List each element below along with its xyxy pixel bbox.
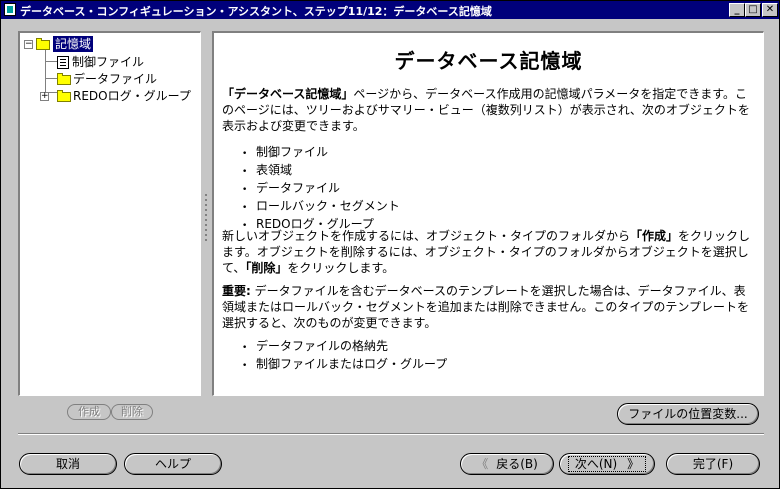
panel-splitter[interactable]	[203, 191, 209, 271]
create-button[interactable]: 作成	[67, 404, 111, 420]
help-paragraph-important: 重要: データファイルを含むデータベースのテンプレートを選択した場合は、データフ…	[222, 284, 750, 330]
control-file-icon	[57, 56, 69, 69]
next-arrow-icon: 》	[627, 457, 640, 471]
tree-node-label: REDOログ・グループ	[73, 89, 191, 103]
next-button[interactable]: 次へ(N) 》	[559, 453, 655, 475]
tree-connector	[45, 78, 57, 79]
list-item: 制御ファイル	[242, 144, 400, 162]
expand-icon[interactable]: +	[40, 92, 49, 101]
help-bold-text: 「作成」	[630, 229, 679, 243]
list-item: データファイル	[242, 180, 400, 198]
list-item: 表領域	[242, 162, 400, 180]
delete-button[interactable]: 削除	[111, 404, 153, 420]
close-button[interactable]: ✕	[762, 3, 778, 17]
tree-connector	[45, 61, 57, 62]
title-bar[interactable]: データベース・コンフィギュレーション・アシスタント、ステップ11/12：データベ…	[1, 1, 779, 19]
back-arrow-icon: 《	[476, 457, 489, 471]
folder-icon	[57, 90, 71, 102]
finish-button[interactable]: 完了(F)	[666, 453, 760, 475]
folder-open-icon	[36, 38, 50, 50]
help-panel: データベース記憶域 「データベース記憶域」ページから、データベース作成用の記憶域…	[212, 31, 764, 396]
tree-node-label: 制御ファイル	[72, 55, 145, 69]
list-item: ロールバック・セグメント	[242, 198, 400, 216]
tree-connector	[45, 50, 46, 92]
object-list: 制御ファイル 表領域 データファイル ロールバック・セグメント REDOログ・グ…	[242, 144, 400, 234]
changeable-list: データファイルの格納先 制御ファイルまたはログ・グループ	[242, 338, 447, 374]
dbca-window: データベース・コンフィギュレーション・アシスタント、ステップ11/12：データベ…	[0, 0, 780, 489]
back-button[interactable]: 《戻る(B)	[460, 453, 554, 475]
window-title: データベース・コンフィギュレーション・アシスタント、ステップ11/12：データベ…	[20, 5, 492, 18]
help-paragraph-create-delete: 新しいオブジェクトを作成するには、オブジェクト・タイプのフォルダから「作成」をク…	[222, 229, 751, 275]
minimize-button[interactable]: _	[729, 3, 745, 17]
list-item: 制御ファイルまたはログ・グループ	[242, 356, 447, 374]
help-paragraph-intro: 「データベース記憶域」ページから、データベース作成用の記憶域パラメータを指定でき…	[222, 86, 752, 134]
help-bold-text: 重要:	[222, 284, 251, 298]
list-item: データファイルの格納先	[242, 338, 447, 356]
help-title: データベース記憶域	[394, 49, 583, 73]
help-bold-text: 「削除」	[245, 261, 288, 275]
divider	[18, 433, 764, 435]
tree-node-label: データファイル	[73, 72, 158, 86]
cancel-button[interactable]: 取消	[19, 453, 117, 475]
help-button[interactable]: ヘルプ	[124, 453, 222, 475]
folder-icon	[57, 73, 71, 85]
file-location-variables-button[interactable]: ファイルの位置変数...	[617, 403, 759, 425]
tree-node-label: 記憶域	[53, 36, 94, 52]
collapse-icon[interactable]: −	[24, 40, 33, 49]
help-bold-text: 「データベース記憶域」	[222, 87, 354, 101]
maximize-button[interactable]: □	[745, 3, 761, 17]
storage-tree[interactable]: − 記憶域 制御ファイル データファイル + REDOログ・グループ	[18, 31, 201, 396]
app-icon	[4, 3, 16, 16]
